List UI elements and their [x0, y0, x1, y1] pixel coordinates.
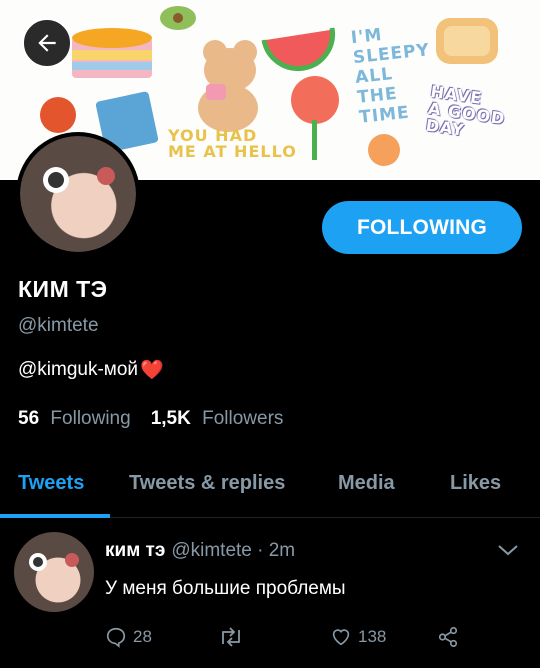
followers-stat[interactable]: 1,5K Followers [151, 408, 284, 430]
banner-text-sleepy: I'M SLEEPY ALL THE TIME [349, 25, 431, 128]
following-stat[interactable]: 56 Following [18, 408, 131, 430]
heart-icon [332, 629, 350, 646]
tweet-actions: 28 138 [105, 626, 465, 654]
reply-action[interactable]: 28 [105, 626, 152, 648]
following-label: Following [50, 408, 131, 429]
followers-count: 1,5K [150, 408, 191, 429]
share-action[interactable] [437, 626, 465, 648]
profile-stats: 56 Following 1,5K Followers [18, 408, 283, 430]
heart-emoji-icon: ❤️ [140, 360, 164, 381]
profile-tabs: Tweets Tweets & replies Media Likes [0, 462, 540, 518]
tab-tweets[interactable]: Tweets [18, 472, 84, 495]
share-icon [438, 627, 458, 647]
reply-count: 28 [133, 627, 152, 646]
retweet-action[interactable] [218, 626, 250, 648]
chevron-down-icon [498, 545, 518, 556]
tweet-author-handle-time: @kimtete · 2m [171, 540, 296, 561]
reply-icon [106, 627, 126, 648]
profile-name: КИМ ТЭ [18, 276, 108, 302]
avatar-photo [43, 167, 115, 193]
banner-text-you-had: YOU HAD ME AT HELLO [168, 126, 297, 161]
like-count: 138 [358, 627, 387, 646]
like-action[interactable]: 138 [330, 626, 386, 648]
tab-tweets-replies[interactable]: Tweets & replies [129, 472, 285, 495]
profile-bio: @kimguk-мой ❤️ [18, 358, 164, 382]
arrow-left-icon [38, 34, 56, 52]
tweet-text: У меня большие проблемы [105, 578, 346, 599]
tweet-author-avatar[interactable] [14, 532, 94, 612]
tweet-author-name[interactable]: ким тэ [105, 540, 165, 562]
tweet-header: ким тэ @kimtete · 2m [105, 540, 295, 562]
bio-mention-link[interactable]: @kimguk-мой [18, 359, 138, 381]
following-button[interactable]: FOLLOWING [322, 201, 522, 254]
followers-label: Followers [202, 408, 284, 429]
banner-text-have-good-day: HAVE A GOOD DAY [424, 81, 507, 140]
retweet-icon [222, 627, 240, 647]
active-tab-indicator [0, 514, 110, 518]
tweet-menu-button[interactable] [497, 543, 519, 562]
profile-handle: @kimtete [18, 315, 99, 336]
tweet-avatar-photo [29, 553, 79, 571]
back-button[interactable] [22, 18, 72, 68]
tab-media[interactable]: Media [338, 472, 395, 495]
profile-avatar[interactable] [16, 132, 140, 256]
tab-likes[interactable]: Likes [450, 472, 501, 495]
following-count: 56 [18, 408, 40, 429]
